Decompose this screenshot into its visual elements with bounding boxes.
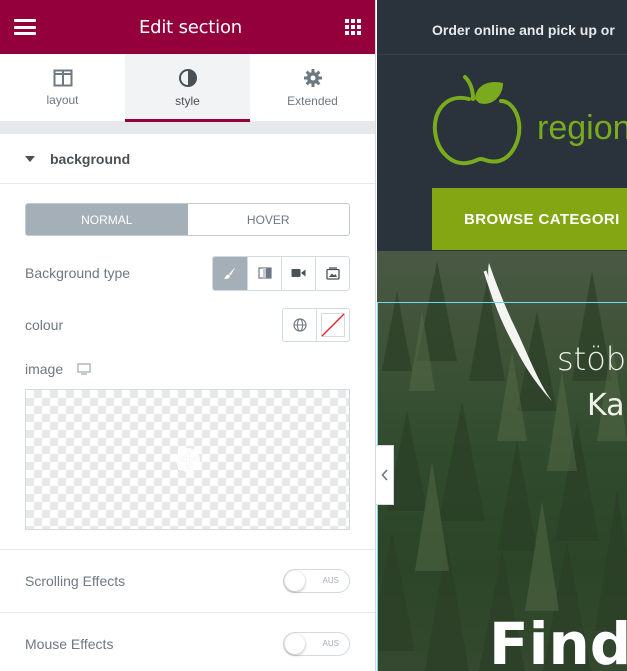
chevron-left-icon — [380, 469, 388, 481]
tab-layout[interactable]: layout — [0, 54, 125, 121]
normal-tab-button[interactable]: NORMAL — [26, 204, 188, 235]
columns-icon — [53, 69, 72, 86]
panel-tabs: layout style Extended — [0, 54, 375, 122]
background-controls: NORMAL HOVER Background type colour imag… — [0, 203, 375, 530]
menu-icon[interactable] — [14, 19, 36, 35]
colour-controls — [282, 308, 350, 342]
slideshow-background-button[interactable] — [315, 256, 349, 290]
gradient-background-button[interactable] — [247, 256, 281, 290]
scrolling-effects-row: Scrolling Effects AUS — [0, 550, 375, 612]
mouse-effects-toggle[interactable]: AUS — [283, 632, 350, 656]
image-row: image — [25, 352, 350, 386]
panel-header: Edit section — [0, 0, 375, 54]
caret-down-icon — [25, 155, 35, 162]
toggle-state-text: AUS — [322, 639, 339, 648]
tab-layout-label: layout — [46, 92, 79, 107]
hero-word-2: Ka — [587, 388, 625, 423]
global-colors-button[interactable] — [283, 309, 316, 341]
tab-extended-label: Extended — [287, 93, 338, 108]
state-switcher: NORMAL HOVER — [25, 203, 350, 236]
widgets-grid-icon[interactable] — [344, 19, 361, 35]
background-section-header[interactable]: background — [0, 134, 375, 184]
editor-panel: Edit section layout style Extended backg… — [0, 0, 376, 671]
scrolling-effects-toggle[interactable]: AUS — [283, 569, 350, 593]
gradient-icon — [257, 267, 272, 279]
tab-style[interactable]: style — [125, 54, 250, 122]
browse-button-label: BROWSE CATEGORI — [464, 211, 620, 228]
hero-word-1: stöb — [557, 340, 627, 378]
background-type-row: Background type — [25, 255, 350, 291]
colour-label: colour — [25, 317, 64, 333]
section-separator — [0, 122, 375, 134]
toggle-knob — [285, 634, 305, 654]
desktop-icon[interactable] — [77, 363, 91, 375]
toggle-state-text: AUS — [322, 576, 339, 585]
colour-swatch-button[interactable] — [316, 309, 349, 341]
background-type-label: Background type — [25, 265, 131, 281]
brush-icon — [224, 267, 236, 279]
colour-row: colour — [25, 308, 350, 342]
scrolling-effects-label: Scrolling Effects — [25, 573, 126, 589]
section-title: background — [50, 150, 131, 167]
slideshow-icon — [325, 266, 340, 280]
preview-header: region — [377, 55, 627, 187]
tab-extended[interactable]: Extended — [250, 54, 375, 121]
half-circle-icon — [178, 68, 197, 87]
preview-top-bar: Order online and pick up or — [377, 0, 627, 55]
apple-logo-icon — [432, 75, 522, 166]
classic-background-button[interactable] — [213, 256, 247, 290]
empty-swatch-icon — [321, 313, 345, 337]
logo-wordmark: region — [537, 109, 627, 147]
image-label: image — [25, 361, 64, 377]
mouse-effects-label: Mouse Effects — [25, 636, 114, 652]
tab-style-label: style — [175, 93, 200, 108]
mouse-effects-row: Mouse Effects AUS — [0, 613, 375, 671]
browse-categories-button[interactable]: BROWSE CATEGORI — [432, 188, 627, 250]
page-preview: Order online and pick up or region BROWS… — [377, 0, 627, 671]
gear-icon — [303, 68, 322, 87]
toggle-knob — [285, 571, 305, 591]
preview-top-text: Order online and pick up or — [432, 22, 615, 38]
globe-icon — [292, 318, 307, 332]
video-icon — [291, 269, 306, 277]
hover-tab-button[interactable]: HOVER — [188, 204, 350, 235]
panel-title: Edit section — [138, 16, 242, 38]
collapse-panel-button[interactable] — [376, 445, 394, 505]
image-picker[interactable]: + — [25, 389, 350, 530]
background-type-choices — [212, 255, 350, 291]
plus-circle-icon[interactable]: + — [176, 448, 200, 472]
video-background-button[interactable] — [281, 256, 315, 290]
hero-headline: Find — [489, 610, 627, 671]
